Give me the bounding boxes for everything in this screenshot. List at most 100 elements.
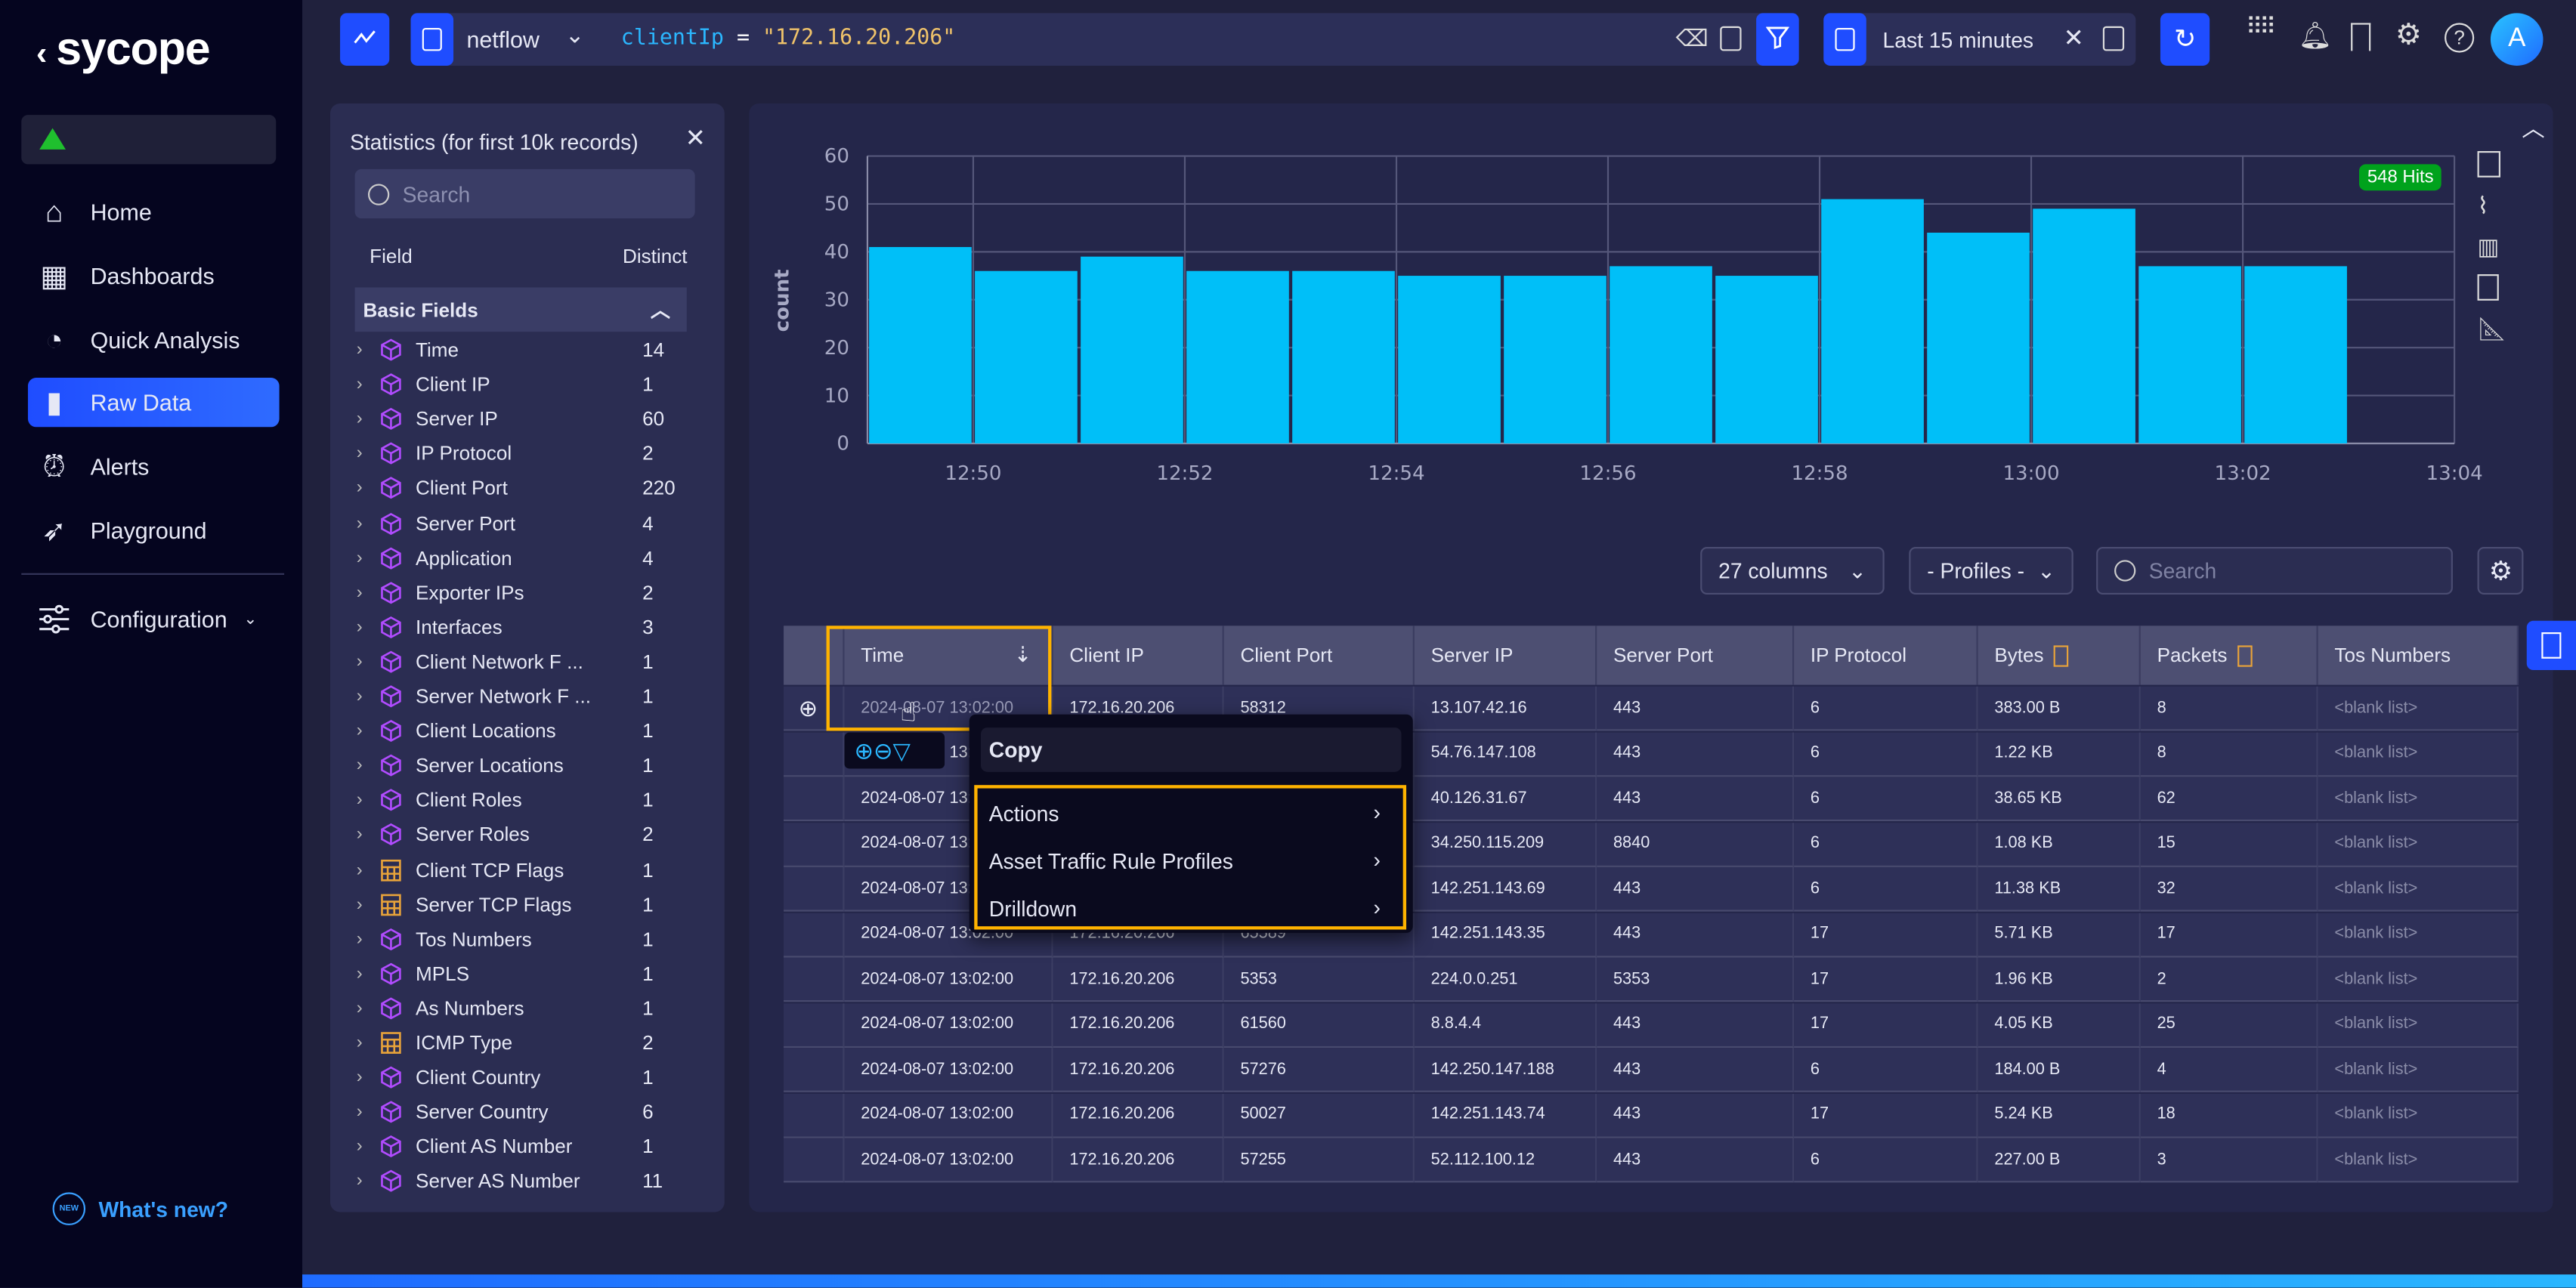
sidebar-item-dashboards[interactable]: ▦ Dashboards [28,252,280,301]
table-cell[interactable]: 18 [2140,1092,2318,1138]
sidebar-item-raw-data[interactable]: ▮ Raw Data [27,378,280,428]
chevron-right-icon[interactable]: › [357,721,376,741]
table-cell[interactable]: <blank list> [2318,731,2519,777]
zoom-select-icon[interactable] [2477,151,2500,178]
histogram-bar[interactable] [1927,232,2030,444]
table-cell[interactable]: 8 [2140,686,2318,731]
table-cell[interactable]: 5.71 KB [1978,912,2141,957]
stat-field-row[interactable]: › MPLS 1 [357,957,685,990]
histogram-bar[interactable] [1715,276,1818,444]
table-cell[interactable]: <blank list> [2318,686,2519,731]
table-cell[interactable]: 142.250.147.188 [1414,1048,1597,1092]
table-cell[interactable]: 57255 [1223,1138,1415,1183]
table-cell[interactable]: 443 [1597,912,1795,957]
row-header-cell[interactable] [784,912,845,957]
avatar[interactable]: A [2490,13,2544,66]
table-cell[interactable]: 1.22 KB [1978,731,2141,777]
row-header-cell[interactable] [784,1092,845,1138]
chevron-right-icon[interactable]: › [357,687,376,706]
exclude-filter-icon[interactable]: ⊖ [874,737,893,764]
include-filter-icon[interactable]: ⊕ [855,737,874,764]
chevron-right-icon[interactable]: › [357,375,376,394]
table-cell[interactable]: 17 [1794,1002,1978,1047]
table-cell[interactable]: 6 [1794,1138,1978,1183]
stat-field-row[interactable]: › Client Locations 1 [357,715,685,747]
column-header-server-ip[interactable]: Server IP [1414,625,1597,685]
table-cell[interactable]: 383.00 B [1978,686,2141,731]
table-cell[interactable]: 15 [2140,822,2318,866]
stat-field-row[interactable]: › Server Roles 2 [357,819,685,851]
table-cell[interactable]: 52.112.100.12 [1414,1138,1597,1183]
table-cell[interactable]: 13.107.42.16 [1414,686,1597,731]
time-source-button[interactable] [1823,13,1866,66]
chevron-right-icon[interactable]: › [357,652,376,672]
table-cell[interactable]: 8.8.4.4 [1414,1002,1597,1047]
stat-field-row[interactable]: › Client Network F ... 1 [357,645,685,678]
chevron-down-icon[interactable]: ⌄ [565,21,585,49]
stats-search-input[interactable]: Search [354,168,695,219]
histogram-bar[interactable] [1398,276,1501,444]
stat-field-row[interactable]: › Client Country 1 [357,1061,685,1094]
table-cell[interactable]: 443 [1597,1048,1795,1092]
stat-field-row[interactable]: › Interfaces 3 [357,610,685,643]
stat-field-row[interactable]: › Server Locations 1 [357,749,685,782]
histogram-bar[interactable] [1081,256,1183,444]
table-cell[interactable]: 227.00 B [1978,1138,2141,1183]
table-cell[interactable]: 6 [1794,866,1978,912]
close-icon[interactable]: ✕ [685,123,706,153]
histogram-bar[interactable] [1610,266,1712,444]
table-cell[interactable]: 5.24 KB [1978,1092,2141,1138]
chevron-right-icon[interactable]: › [357,1137,376,1157]
chevron-right-icon[interactable]: › [357,790,376,810]
refresh-button[interactable]: ↻ [2160,13,2210,66]
table-cell[interactable]: 57276 [1223,1048,1415,1092]
column-header-client-ip[interactable]: Client IP [1053,625,1224,685]
histogram-bar[interactable] [1186,270,1289,444]
profiles-select[interactable]: - Profiles - ⌄ [1909,546,2073,595]
sidebar-item-home[interactable]: ⌂ Home [28,187,280,236]
sidebar-item-quick-analysis[interactable]: ◔ Quick Analysis [28,315,280,364]
column-header-client-port[interactable]: Client Port [1223,625,1415,685]
time-range-picker[interactable]: Last 15 minutes ✕ [1823,13,2136,66]
table-cell[interactable]: 2024-08-07 13:02:00 [844,1002,1053,1047]
row-header-cell[interactable] [784,1048,845,1092]
menu-item-actions[interactable]: Actions › [979,790,1403,836]
stat-field-row[interactable]: › ICMP Type 2 [357,1027,685,1059]
table-cell[interactable]: 6 [1794,822,1978,866]
chevron-right-icon[interactable]: › [357,582,376,602]
chevron-right-icon[interactable]: › [357,548,376,567]
menu-item-copy[interactable]: Copy [980,727,1402,772]
chevron-right-icon[interactable]: › [357,999,376,1018]
histogram-bar[interactable] [975,270,1078,444]
table-cell[interactable]: 172.16.20.206 [1053,1048,1224,1092]
stat-field-row[interactable]: › Server IP 60 [357,403,685,435]
chevron-right-icon[interactable]: › [357,929,376,949]
table-cell[interactable]: 32 [2140,866,2318,912]
histogram-bar[interactable] [2138,266,2241,444]
table-cell[interactable]: 54.76.147.108 [1414,731,1597,777]
row-header-cell[interactable] [784,1138,845,1183]
chevron-right-icon[interactable]: › [357,825,376,845]
columns-select[interactable]: 27 columns ⌄ [1700,546,1885,595]
table-cell[interactable]: 443 [1597,686,1795,731]
bar-chart-icon[interactable]: ▥ [2478,233,2507,260]
source-button[interactable] [410,13,454,66]
table-cell[interactable]: 184.00 B [1978,1048,2141,1092]
row-header-cell[interactable] [784,957,845,1002]
table-cell[interactable]: 61560 [1223,1002,1415,1047]
histogram-bar[interactable] [2033,208,2135,444]
table-cell[interactable]: 142.251.143.74 [1414,1092,1597,1138]
table-cell[interactable]: 172.16.20.206 [1053,1002,1224,1047]
table-cell[interactable]: 8840 [1597,822,1795,866]
stat-field-row[interactable]: › Client AS Number 1 [357,1130,685,1163]
zoom-in-icon[interactable]: ⊕ [799,695,818,723]
stat-field-row[interactable]: › Server Port 4 [357,507,685,539]
filter-button[interactable] [1756,13,1799,66]
sidebar-item-configuration[interactable]: Configuration ⌄ [28,595,280,644]
menu-item-drilldown[interactable]: Drilldown › [979,885,1403,931]
status-indicator[interactable] [21,115,277,165]
histogram-bar[interactable] [1504,276,1607,444]
table-cell[interactable]: 2024-08-07 13:02:00 [844,1048,1053,1092]
logo[interactable]: ‹ sycope [36,23,211,76]
chevron-right-icon[interactable]: › [357,894,376,914]
